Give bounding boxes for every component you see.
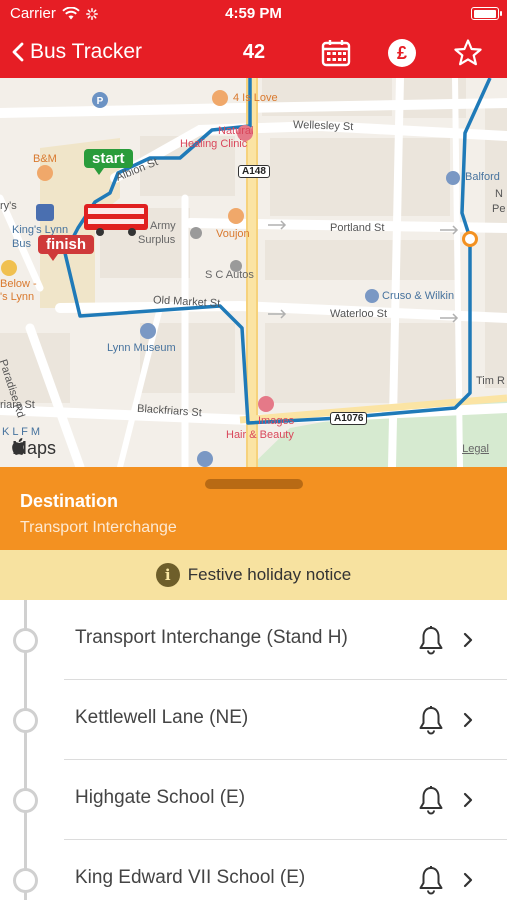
map-label: Portland St: [330, 222, 385, 234]
alert-button[interactable]: [416, 784, 446, 816]
pound-icon: £: [388, 39, 416, 67]
map-label: 's Lynn: [0, 291, 35, 303]
stop-row[interactable]: Transport Interchange (Stand H): [0, 600, 507, 680]
map-label: B&M: [33, 153, 57, 165]
destination-panel[interactable]: Destination Transport Interchange: [0, 467, 507, 550]
map-label: Balford: [465, 171, 500, 183]
favourite-button[interactable]: [452, 37, 484, 69]
timetable-button[interactable]: [320, 37, 352, 69]
destination-subtitle: Transport Interchange: [20, 519, 177, 536]
map-label: N: [495, 188, 503, 200]
back-button[interactable]: Bus Tracker: [12, 40, 142, 64]
map-label: Lynn Museum: [107, 342, 176, 354]
chevron-right-icon: [463, 792, 473, 808]
chevron-right-icon: [463, 872, 473, 888]
calendar-icon: [321, 40, 351, 67]
map-label: 4 Is Love: [233, 92, 278, 104]
bell-icon: [419, 866, 443, 895]
stop-name: King Edward VII School (E): [75, 867, 306, 888]
legal-link[interactable]: Legal: [462, 443, 489, 455]
road-tag: A148: [238, 165, 270, 178]
map-label: Voujon: [216, 228, 250, 240]
map-label: Waterloo St: [330, 308, 388, 320]
stop-dot: [13, 708, 38, 733]
finish-pin: finish: [38, 235, 94, 261]
holiday-notice-banner[interactable]: i Festive holiday notice: [0, 550, 507, 600]
stop-name: Transport Interchange (Stand H): [75, 627, 348, 648]
stop-row[interactable]: Kettlewell Lane (NE): [0, 680, 507, 760]
fares-button[interactable]: £: [386, 37, 418, 69]
map-label: K L F M: [2, 426, 41, 438]
road-tag: A1076: [330, 412, 368, 425]
map-label: riars St: [0, 399, 35, 411]
start-pin: start: [84, 149, 133, 175]
back-label: Bus Tracker: [30, 40, 143, 63]
bell-icon: [419, 706, 443, 735]
chevron-right-icon: [463, 632, 473, 648]
bell-icon: [419, 786, 443, 815]
map-label: Hair & Beauty: [226, 429, 294, 441]
map-label: Tim R: [476, 375, 505, 387]
destination-title: Destination: [20, 491, 119, 511]
stop-dot: [13, 628, 38, 653]
alert-button[interactable]: [416, 864, 446, 896]
alert-button[interactable]: [416, 704, 446, 736]
stop-name: Kettlewell Lane (NE): [75, 707, 249, 728]
map-label: S C Autos: [205, 269, 254, 281]
map-label: Bus: [12, 238, 31, 250]
chevron-left-icon: [12, 42, 24, 62]
stops-list: Transport Interchange (Stand H) Kettlewe…: [0, 600, 507, 900]
apple-icon: [12, 438, 26, 455]
stop-row[interactable]: King Edward VII School (E): [0, 840, 507, 900]
status-bar: Carrier 4:59 PM: [0, 0, 507, 28]
nav-bar: Bus Tracker 42 £: [0, 28, 507, 78]
star-icon: [454, 39, 482, 66]
map-label: Wellesley St: [292, 118, 354, 134]
route-number: 42: [242, 41, 266, 63]
map-label: Healing Clinic: [180, 138, 248, 150]
drag-handle[interactable]: [205, 479, 303, 489]
bell-icon: [419, 626, 443, 655]
map-label: Natural: [218, 125, 254, 137]
status-time: 4:59 PM: [225, 5, 282, 22]
map-label: Below -: [0, 278, 37, 290]
stop-dot: [13, 788, 38, 813]
stop-dot: [13, 868, 38, 893]
battery-icon: [471, 7, 502, 20]
map-label: Surplus: [138, 234, 176, 246]
alert-button[interactable]: [416, 624, 446, 656]
route-map[interactable]: P 4 Is Love Wellesley St Natural Healing…: [0, 78, 507, 467]
chevron-right-icon: [463, 712, 473, 728]
map-label: Images: [258, 415, 295, 427]
svg-text:£: £: [397, 43, 407, 63]
apple-maps-logo: Maps: [12, 438, 56, 459]
notice-text: Festive holiday notice: [187, 565, 352, 584]
map-label: Cruso & Wilkin: [382, 290, 455, 302]
stop-row[interactable]: Highgate School (E): [0, 760, 507, 840]
map-label: ry's: [0, 200, 17, 212]
info-icon: i: [155, 563, 180, 587]
svg-text:P: P: [97, 96, 104, 107]
stop-name: Highgate School (E): [75, 787, 246, 808]
map-label: Army: [150, 220, 176, 232]
map-label: Pe: [492, 203, 506, 215]
